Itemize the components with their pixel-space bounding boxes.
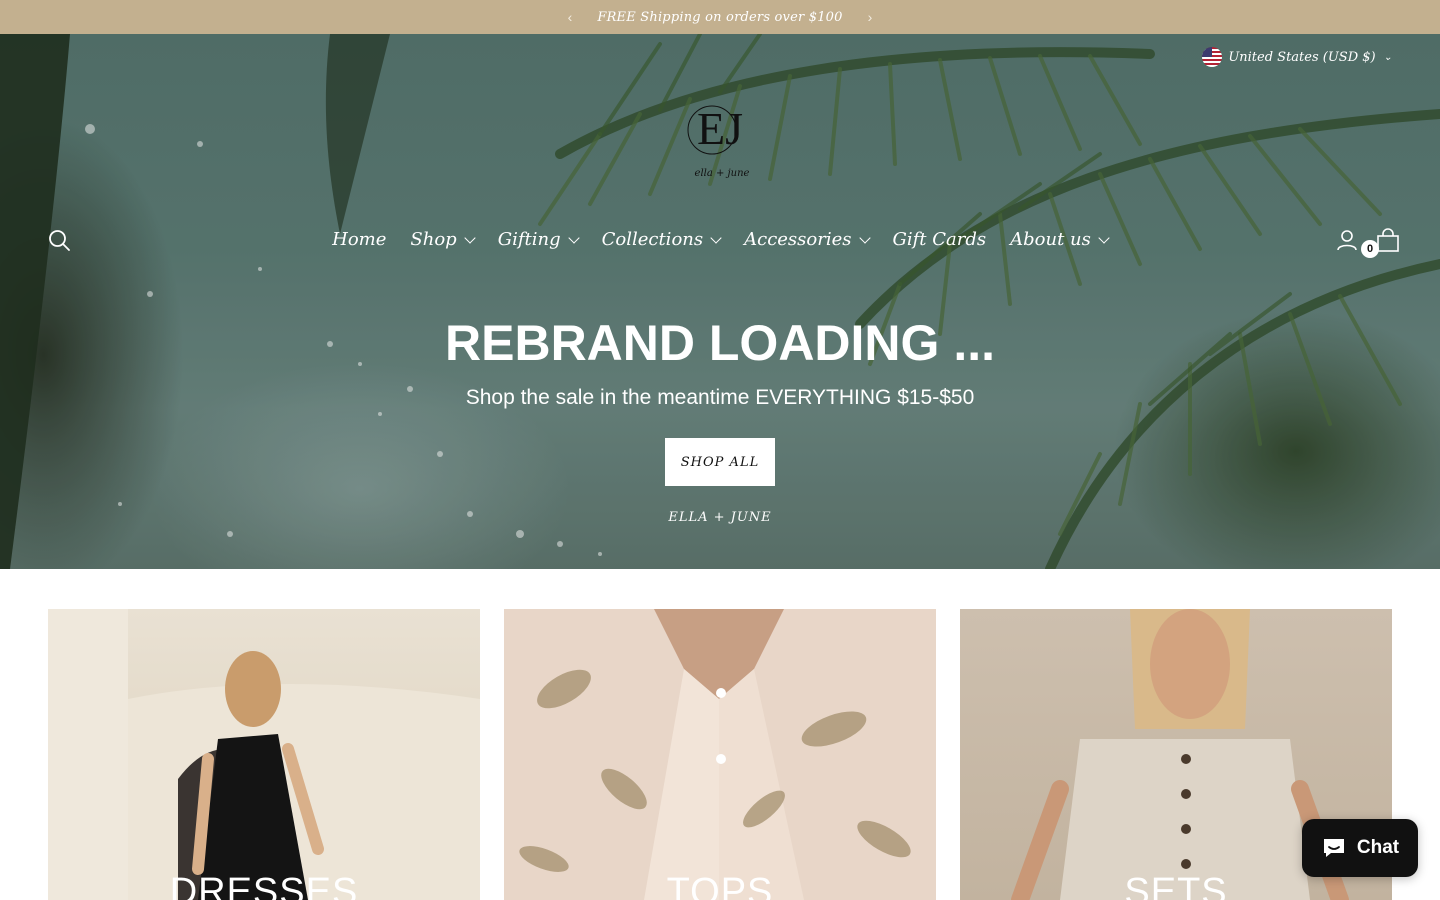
collection-card-tops[interactable]: TOPS — [504, 609, 936, 900]
logo-script: ella + june — [695, 168, 750, 179]
announcement-text: FREE Shipping on orders over $100 — [597, 9, 843, 25]
nav-item-home[interactable]: Home — [332, 224, 386, 254]
cart-icon — [1377, 228, 1399, 252]
hero-subtitle: Shop the sale in the meantime EVERYTHING… — [465, 386, 975, 409]
nav-item-label: Home — [332, 228, 387, 250]
nav-item-about-us[interactable]: About us — [1010, 224, 1110, 254]
nav-item-label: Shop — [410, 228, 457, 250]
account-icon — [1337, 230, 1357, 251]
chevron-down-icon — [567, 231, 580, 244]
us-flag-icon — [1202, 47, 1223, 67]
chevron-down-icon — [464, 231, 476, 244]
dresses-image — [48, 609, 480, 900]
chat-button[interactable]: Chat — [1302, 819, 1418, 877]
nav-item-label: Accessories — [744, 228, 852, 250]
country-selector-label: United States (USD $) — [1228, 49, 1376, 65]
nav-item-label: Gift Cards — [892, 228, 987, 250]
nav-item-gift-cards[interactable]: Gift Cards — [893, 224, 987, 254]
chevron-left-icon[interactable]: ‹ — [562, 9, 578, 25]
hero-title: REBRAND LOADING ... — [445, 315, 995, 371]
collection-card-dresses[interactable]: DRESSES — [48, 609, 480, 900]
chevron-down-icon: ⌄ — [1383, 51, 1392, 63]
cart-button[interactable] — [1376, 228, 1400, 252]
logo-monogram: EJ — [697, 103, 743, 154]
brand-logo[interactable]: EJ ella + june — [676, 90, 768, 182]
country-selector[interactable]: United States (USD $) ⌄ — [1202, 47, 1392, 67]
announcement-bar: ‹ FREE Shipping on orders over $100 › — [0, 0, 1440, 34]
collection-label-dresses: DRESSES — [169, 871, 359, 900]
hero-brand-caption: ELLA + JUNE — [668, 510, 772, 525]
shop-all-button[interactable]: SHOP ALL — [665, 438, 775, 486]
chevron-down-icon — [710, 231, 722, 244]
main-navigation: Home Shop Gifting Collections Accessories Gif… — [0, 224, 1440, 254]
chevron-right-icon[interactable]: › — [862, 9, 878, 25]
nav-item-collections[interactable]: Collections — [601, 224, 722, 254]
nav-item-shop[interactable]: Shop — [410, 224, 476, 254]
nav-item-accessories[interactable]: Accessories — [744, 224, 871, 254]
cart-count-badge: 0 — [1361, 240, 1379, 258]
collection-label-tops: TOPS — [666, 871, 774, 900]
nav-item-label: Collections — [601, 228, 704, 250]
chevron-down-icon — [858, 231, 871, 244]
collection-grid: DRESSES TOPS SETS — [48, 609, 1392, 900]
account-button[interactable] — [1335, 228, 1359, 252]
chat-label: Chat — [1356, 837, 1400, 858]
chevron-down-icon — [1098, 231, 1110, 244]
nav-item-gifting[interactable]: Gifting — [497, 224, 580, 254]
nav-item-label: About us — [1010, 228, 1091, 250]
hero-banner: United States (USD $) ⌄ EJ ella + june H… — [0, 34, 1440, 569]
tops-image — [504, 609, 936, 900]
nav-item-label: Gifting — [497, 228, 561, 250]
chat-bubble-icon — [1323, 839, 1344, 857]
